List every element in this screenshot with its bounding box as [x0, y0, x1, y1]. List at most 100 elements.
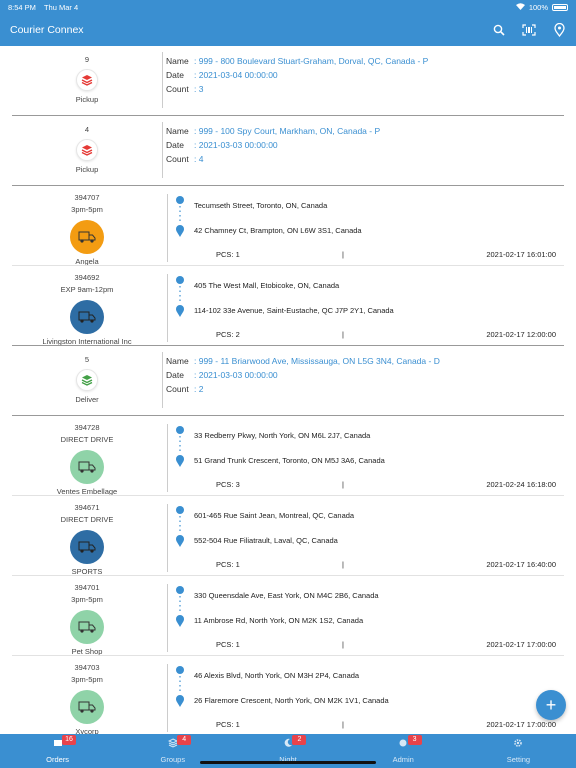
- tab-label: Setting: [506, 755, 531, 764]
- group-type: Deliver: [75, 395, 99, 404]
- map-pin-icon[interactable]: [552, 23, 566, 37]
- tab-setting[interactable]: Setting: [461, 734, 576, 768]
- group-count-value: : 3: [194, 84, 204, 94]
- add-button[interactable]: +: [536, 690, 566, 720]
- group-card[interactable]: 4 Pickup Name: 999 - 100 Spy Court, Mark…: [12, 116, 564, 186]
- divider: [162, 52, 163, 108]
- barcode-scan-icon[interactable]: [522, 23, 536, 37]
- truck-icon: [70, 690, 104, 724]
- order-datetime: 2021-02-24 16:18:00: [486, 480, 556, 489]
- app-bar: Courier Connex: [0, 14, 576, 46]
- separator: |: [342, 640, 344, 649]
- pickup-address: 46 Alexis Blvd, North York, ON M3H 2P4, …: [194, 671, 360, 680]
- group-date: : 2021-03-03 00:00:00: [194, 140, 278, 150]
- date-label: Date: [166, 140, 184, 150]
- time-window: DIRECT DRIVE: [60, 515, 114, 524]
- group-card[interactable]: 5 Deliver Name: 999 - 11 Briarwood Ave, …: [12, 346, 564, 416]
- route-indicator: [175, 424, 195, 473]
- pickup-address: 330 Queensdale Ave, East York, ON M4C 2B…: [194, 591, 379, 600]
- orders-list[interactable]: 9 Pickup Name : 999 - 800 Boulevard Stuar…: [0, 46, 576, 734]
- status-date: Thu Mar 4: [43, 2, 79, 12]
- order-card[interactable]: 394701 3pm-5pm Pet Shop 330 Queensdale A…: [12, 576, 564, 656]
- battery-icon: [552, 3, 568, 11]
- route-indicator: [175, 274, 195, 323]
- pieces: PCS: 1: [216, 640, 240, 649]
- time-window: 3pm-5pm: [71, 675, 103, 684]
- order-card[interactable]: 394728 DIRECT DRIVE Ventes Embellage 33 …: [12, 416, 564, 496]
- delivery-address: 114-102 33e Avenue, Saint-Eustache, QC J…: [194, 306, 394, 315]
- search-icon[interactable]: [492, 23, 506, 37]
- order-card[interactable]: 394707 3pm-5pm Angela Tecumseth Street, …: [12, 186, 564, 266]
- count-label: Count: [166, 84, 189, 94]
- home-indicator: [200, 761, 376, 764]
- app-actions: [492, 23, 566, 37]
- order-datetime: 2021-02-17 12:00:00: [486, 330, 556, 339]
- name-label: Name: [166, 56, 189, 66]
- group-name: : 999 - 100 Spy Court, Markham, ON, Cana…: [194, 126, 381, 136]
- order-id: 394692: [74, 273, 100, 282]
- order-id: 394728: [74, 423, 100, 432]
- group-name: : 999 - 11 Briarwood Ave, Mississauga, O…: [194, 356, 440, 366]
- order-card[interactable]: 394671 DIRECT DRIVE SPORTS 601-465 Rue S…: [12, 496, 564, 576]
- pickup-address: Tecumseth Street, Toronto, ON, Canada: [194, 201, 328, 210]
- date-label: Date: [166, 70, 184, 80]
- separator: |: [342, 720, 344, 729]
- order-summary: 394692 EXP 9am-12pm Livingston Internati…: [12, 266, 162, 348]
- group-card[interactable]: 9 Pickup Name : 999 - 800 Boulevard Stuar…: [12, 46, 564, 116]
- group-count: 4: [84, 125, 90, 134]
- battery-percent: 100%: [528, 2, 548, 12]
- order-summary: 394701 3pm-5pm Pet Shop: [12, 576, 162, 658]
- time-window: DIRECT DRIVE: [60, 435, 114, 444]
- divider: [167, 584, 168, 652]
- time-window: 3pm-5pm: [71, 205, 103, 214]
- group-date: : 2021-03-04 00:00:00: [194, 70, 278, 80]
- truck-icon: [70, 220, 104, 254]
- count-label: Count: [166, 154, 189, 164]
- pickup-address: 405 The West Mall, Etobicoke, ON, Canada: [194, 281, 340, 290]
- group-count-value: : 2: [194, 384, 204, 394]
- layers-icon: [76, 69, 98, 91]
- truck-icon: [70, 610, 104, 644]
- truck-icon: [70, 300, 104, 334]
- divider: [167, 504, 168, 572]
- name-label: Name: [166, 356, 189, 366]
- order-datetime: 2021-02-17 17:00:00: [486, 640, 556, 649]
- order-footer: PCS: 1 | 2021-02-17 16:40:00: [216, 560, 556, 569]
- tab-orders[interactable]: 16 Orders: [0, 734, 115, 768]
- delivery-address: 42 Chamney Ct, Brampton, ON L6W 3S1, Can…: [194, 226, 362, 235]
- date-label: Date: [166, 370, 184, 380]
- delivery-address: 11 Ambrose Rd, North York, ON M2K 1S2, C…: [194, 616, 364, 625]
- order-card[interactable]: 394692 EXP 9am-12pm Livingston Internati…: [12, 266, 564, 346]
- order-footer: PCS: 1 | 2021-02-17 17:00:00: [216, 720, 556, 729]
- pieces: PCS: 1: [216, 250, 240, 259]
- pieces: PCS: 3: [216, 480, 240, 489]
- customer-name: Xycorp: [75, 727, 99, 734]
- group-details: Name : 999 - 800 Boulevard Stuart-Graham,…: [166, 54, 428, 96]
- truck-icon: [70, 530, 104, 564]
- separator: |: [342, 330, 344, 339]
- order-card[interactable]: 394703 3pm-5pm Xycorp 46 Alexis Blvd, No…: [12, 656, 564, 734]
- separator: |: [342, 250, 344, 259]
- group-name: : 999 - 800 Boulevard Stuart-Graham, Dor…: [194, 56, 429, 66]
- group-summary: 9 Pickup: [12, 46, 162, 104]
- order-footer: PCS: 3 | 2021-02-24 16:18:00: [216, 480, 556, 489]
- divider: [167, 194, 168, 262]
- order-summary: 394703 3pm-5pm Xycorp: [12, 656, 162, 734]
- status-time: 8:54 PM: [8, 2, 36, 12]
- separator: |: [342, 480, 344, 489]
- badge: 2: [292, 735, 307, 745]
- gear-icon: [513, 738, 523, 748]
- pieces: PCS: 2: [216, 330, 240, 339]
- group-type: Pickup: [75, 165, 99, 174]
- order-summary: 394707 3pm-5pm Angela: [12, 186, 162, 268]
- order-footer: PCS: 2 | 2021-02-17 12:00:00: [216, 330, 556, 339]
- group-count-value: : 4: [194, 154, 204, 164]
- route-indicator: [175, 504, 195, 553]
- divider: [167, 664, 168, 732]
- route-indicator: [175, 584, 195, 633]
- order-summary: 394728 DIRECT DRIVE Ventes Embellage: [12, 416, 162, 498]
- order-footer: PCS: 1 | 2021-02-17 17:00:00: [216, 640, 556, 649]
- badge: 16: [62, 735, 76, 745]
- pickup-address: 33 Redberry Pkwy, North York, ON M6L 2J7…: [194, 431, 371, 440]
- group-details: Name: 999 - 100 Spy Court, Markham, ON, …: [166, 124, 380, 166]
